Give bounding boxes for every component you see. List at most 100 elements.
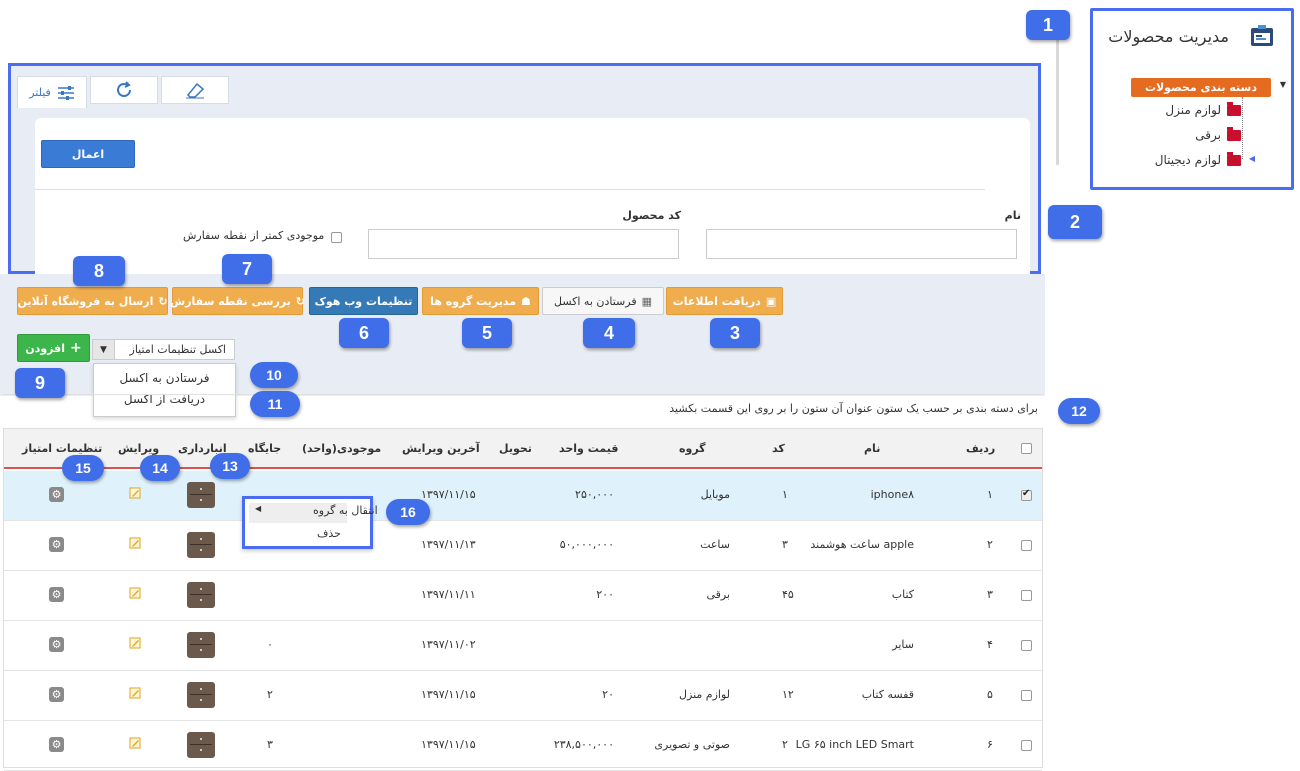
- row-checkbox[interactable]: [1021, 640, 1032, 651]
- score-settings-icon[interactable]: ⚙: [49, 637, 64, 652]
- unit-price: ۲۰۰: [596, 588, 614, 601]
- last-edit-date: ۱۳۹۷/۱۱/۱۵: [421, 688, 476, 701]
- filter-tab-label: فیلتر: [29, 86, 51, 99]
- score-settings-icon[interactable]: ⚙: [49, 537, 64, 552]
- group-by-hint: برای دسته بندی بر حسب یک ستون عنوان آن س…: [669, 402, 1038, 415]
- name-input[interactable]: [706, 229, 1017, 259]
- product-group: برقی: [706, 588, 730, 601]
- header-row[interactable]: ردیف: [966, 442, 995, 455]
- row-index: ۲: [987, 538, 993, 551]
- tree-item-home[interactable]: لوازم منزل: [1165, 101, 1241, 117]
- webhook-settings-button[interactable]: تنظیمات وب هوک: [309, 287, 418, 315]
- product-name: LG ۶۵ inch LED Smart: [795, 738, 914, 751]
- tree-item-electric[interactable]: برقی: [1195, 126, 1241, 142]
- excel-icon: ▦: [641, 294, 652, 308]
- select-all-checkbox[interactable]: [1021, 443, 1032, 454]
- header-location[interactable]: جایگاه: [248, 442, 281, 455]
- score-settings-icon[interactable]: ⚙: [49, 737, 64, 752]
- header-code[interactable]: کد: [772, 442, 785, 455]
- tree-item-digital[interactable]: لوازم دیجیتال: [1155, 151, 1241, 167]
- product-code: ۱۲: [782, 688, 794, 701]
- send-excel-button[interactable]: فرستادن به اکسل ▦: [542, 287, 664, 315]
- score-settings-icon[interactable]: ⚙: [49, 587, 64, 602]
- menu-delete[interactable]: حذف: [317, 527, 341, 540]
- table-row[interactable]: ۴ سایر ۱۳۹۷/۱۱/۰۲ ۰ ⚙: [4, 621, 1042, 671]
- edit-pencil-icon[interactable]: [129, 587, 141, 599]
- callout-badge-8: 8: [73, 256, 125, 286]
- product-name: ساعت هوشمند apple: [810, 538, 914, 551]
- apply-button[interactable]: اعمال: [41, 140, 135, 168]
- tree-line: [1242, 97, 1243, 159]
- menu-move-to-group[interactable]: انتقال به گروه: [313, 504, 378, 517]
- callout-badge-14: 14: [140, 455, 180, 481]
- add-label: افزودن: [25, 341, 65, 355]
- header-last-edit[interactable]: آخرین ویرایش: [402, 442, 480, 455]
- send-excel-label: فرستادن به اکسل: [554, 294, 637, 308]
- warehouse-drawer-icon[interactable]: [187, 632, 215, 658]
- product-box-icon: [1251, 25, 1273, 46]
- panel-title: مدیریت محصولات: [1108, 27, 1229, 46]
- collapse-arrow-icon[interactable]: ▼: [1280, 80, 1286, 89]
- refresh-icon: ↻: [295, 294, 305, 308]
- group-manage-button[interactable]: مدیریت گروه ها ☗: [422, 287, 539, 315]
- chevron-down-icon[interactable]: ▼: [93, 340, 115, 359]
- callout-badge-4: 4: [583, 318, 635, 348]
- table-row[interactable]: ۵ قفسه کتاب ۱۲ لوازم منزل ۲۰ ۱۳۹۷/۱۱/۱۵ ۲ ⚙: [4, 671, 1042, 721]
- unit-price: ۲۰: [602, 688, 614, 701]
- edit-pencil-icon[interactable]: [129, 737, 141, 749]
- product-code-input[interactable]: [368, 229, 679, 259]
- header-stock[interactable]: موجودی(واحد): [302, 442, 381, 455]
- refresh-tab[interactable]: [90, 76, 158, 104]
- header-score-settings[interactable]: تنظیمات امتیاز: [22, 442, 102, 455]
- callout-badge-11: 11: [250, 391, 300, 417]
- header-unit-price[interactable]: قیمت واحد: [559, 442, 618, 455]
- product-management-panel: مدیریت محصولات ▼ دسته بندی محصولات لوازم…: [1090, 8, 1294, 190]
- callout-badge-12: 12: [1058, 398, 1100, 424]
- row-checkbox[interactable]: [1021, 540, 1032, 551]
- header-edit[interactable]: ویرایش: [118, 442, 159, 455]
- score-excel-dropdown[interactable]: ▼ اکسل تنظیمات امتیاز: [92, 339, 235, 360]
- header-name[interactable]: نام: [864, 442, 880, 455]
- edit-pencil-icon[interactable]: [129, 637, 141, 649]
- warehouse-drawer-icon[interactable]: [187, 582, 215, 608]
- header-delivery[interactable]: تحویل: [499, 442, 532, 455]
- send-online-shop-button[interactable]: ارسال به فروشگاه آنلاین ↻: [17, 287, 168, 315]
- category-root[interactable]: دسته بندی محصولات: [1130, 78, 1271, 97]
- menu-send-excel[interactable]: فرستادن به اکسل: [94, 371, 235, 385]
- row-checkbox[interactable]: [1021, 590, 1032, 601]
- group-manage-label: مدیریت گروه ها: [430, 294, 517, 308]
- table-row[interactable]: ۶ LG ۶۵ inch LED Smart ۲ صوتی و تصویری ۲۳۸,۵…: [4, 721, 1042, 771]
- product-name: سایر: [892, 638, 914, 651]
- last-edit-date: ۱۳۹۷/۱۱/۱۵: [421, 738, 476, 751]
- product-code: ۱: [782, 488, 788, 501]
- warehouse-drawer-icon[interactable]: [187, 532, 215, 558]
- row-checkbox[interactable]: [1021, 690, 1032, 701]
- edit-pencil-icon[interactable]: [129, 687, 141, 699]
- edit-pencil-icon[interactable]: [129, 537, 141, 549]
- location-value: ۳: [267, 738, 273, 751]
- callout-badge-16: 16: [386, 499, 430, 525]
- expand-arrow-icon[interactable]: ◀: [1249, 154, 1255, 163]
- order-point-check-button[interactable]: بررسی نقطه سفارش ↻: [170, 287, 305, 315]
- row-checkbox[interactable]: [1021, 488, 1032, 501]
- edit-pencil-icon[interactable]: [129, 487, 141, 499]
- divider: [35, 189, 985, 190]
- score-settings-icon[interactable]: ⚙: [49, 687, 64, 702]
- row-checkbox[interactable]: [1021, 740, 1032, 751]
- table-row[interactable]: ۳ کتاب ۴۵ برقی ۲۰۰ ۱۳۹۷/۱۱/۱۱ ⚙: [4, 571, 1042, 621]
- table-row[interactable]: ۲ ساعت هوشمند apple ۳ ساعت ۵۰,۰۰۰,۰۰۰ ۱۳۹۷/۱۱…: [4, 521, 1042, 571]
- receive-info-label: دریافت اطلاعات: [672, 294, 761, 308]
- product-group: لوازم منزل: [679, 688, 730, 701]
- warehouse-drawer-icon[interactable]: [187, 732, 215, 758]
- warehouse-drawer-icon[interactable]: [187, 482, 215, 508]
- receive-info-button[interactable]: دریافت اطلاعات ▣: [666, 287, 783, 315]
- stock-below-order-checkbox[interactable]: [331, 232, 342, 243]
- header-group[interactable]: گروه: [679, 442, 706, 455]
- add-button[interactable]: افزودن +: [17, 334, 90, 362]
- callout-badge-3: 3: [710, 318, 760, 348]
- warehouse-drawer-icon[interactable]: [187, 682, 215, 708]
- filter-tab[interactable]: فیلتر: [17, 76, 87, 108]
- score-settings-icon[interactable]: ⚙: [49, 487, 64, 502]
- clear-filter-tab[interactable]: [161, 76, 229, 104]
- scrollbar[interactable]: [1056, 20, 1059, 165]
